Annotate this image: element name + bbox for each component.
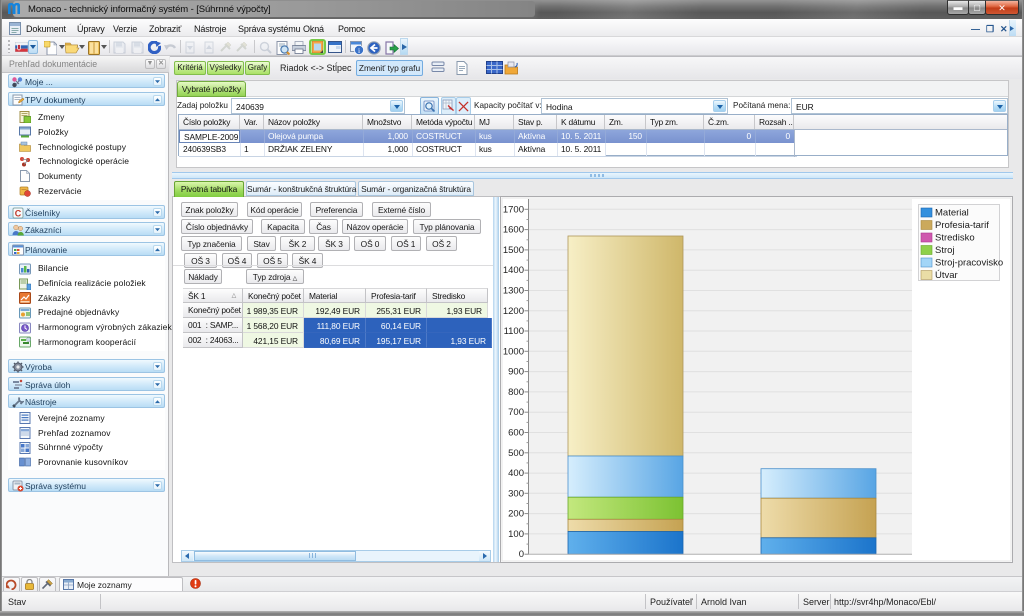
svg-text:600: 600 <box>508 428 524 439</box>
svg-text:1700: 1700 <box>503 204 524 215</box>
svg-text:400: 400 <box>508 468 524 479</box>
svg-text:1500: 1500 <box>503 245 524 256</box>
svg-text:i: i <box>358 46 360 55</box>
svg-text:Stredisko: Stredisko <box>935 233 975 244</box>
svg-text:500: 500 <box>508 448 524 459</box>
svg-text:1300: 1300 <box>503 286 524 297</box>
svg-text:900: 900 <box>508 367 524 378</box>
svg-text:1400: 1400 <box>503 265 524 276</box>
svg-text:Material: Material <box>935 208 969 219</box>
svg-text:1600: 1600 <box>503 225 524 236</box>
svg-text:Stroj-pracovisko: Stroj-pracovisko <box>935 258 1003 269</box>
svg-text:C: C <box>15 209 22 219</box>
svg-text:100: 100 <box>508 529 524 540</box>
svg-text:800: 800 <box>508 387 524 398</box>
svg-text:Útvar: Útvar <box>935 270 958 281</box>
svg-text:Stroj: Stroj <box>935 245 955 256</box>
svg-text:Profesia-tarif: Profesia-tarif <box>935 220 989 231</box>
svg-text:700: 700 <box>508 407 524 418</box>
svg-text:300: 300 <box>508 488 524 499</box>
svg-text:200: 200 <box>508 509 524 520</box>
svg-text:1200: 1200 <box>503 306 524 317</box>
svg-text:1100: 1100 <box>504 326 524 337</box>
svg-text:1000: 1000 <box>503 346 524 357</box>
svg-text:0: 0 <box>519 549 524 560</box>
